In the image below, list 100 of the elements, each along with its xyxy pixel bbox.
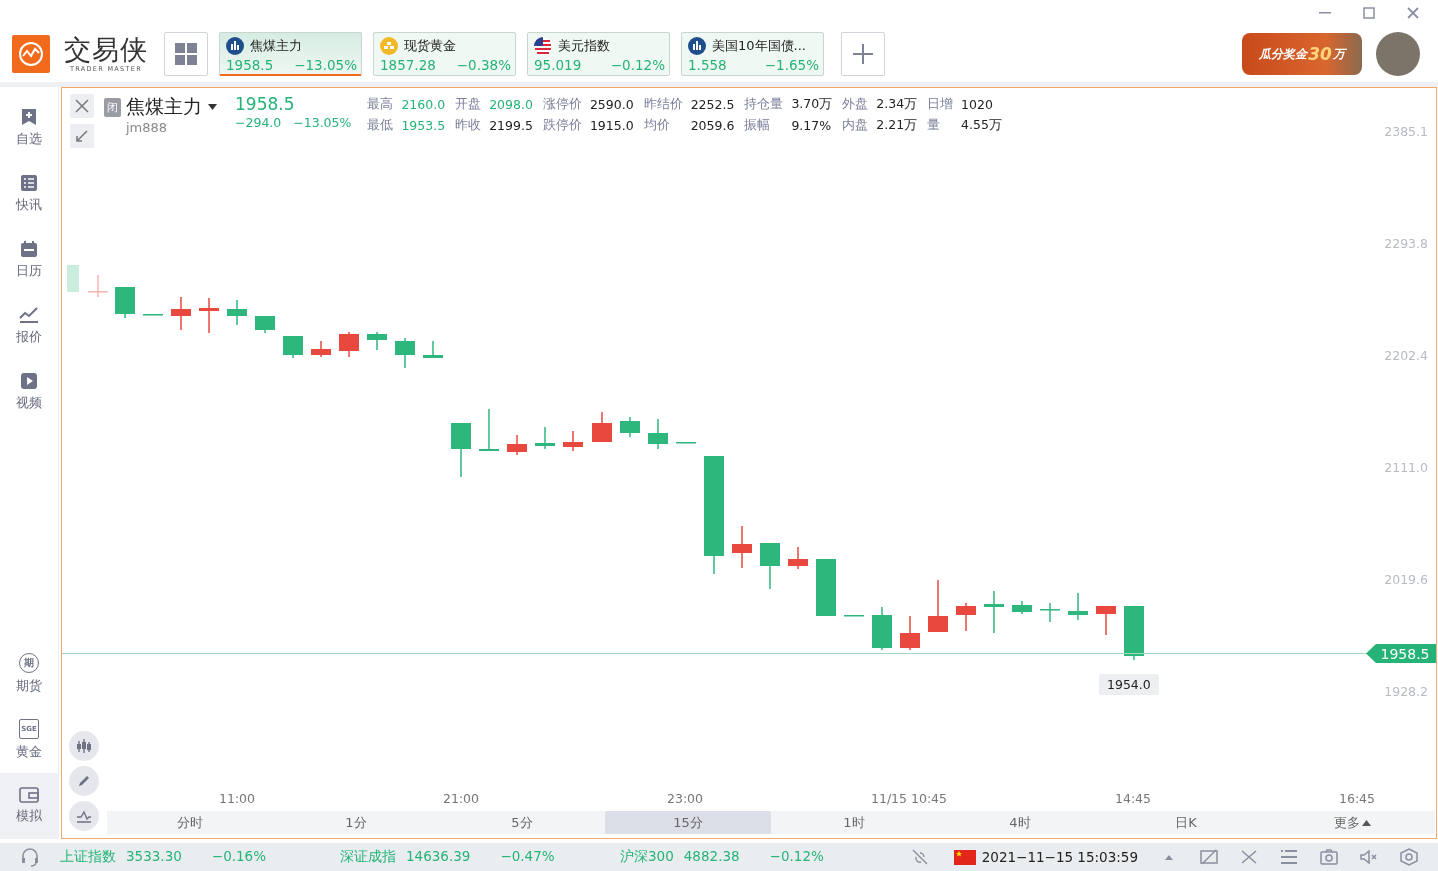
quote-price: 1.558 — [688, 57, 727, 73]
stat-value: 1020 — [961, 97, 994, 112]
list-icon — [20, 174, 38, 192]
quote-tab[interactable]: 现货黄金 1857.28 −0.38% — [373, 32, 516, 76]
quote-change: −13.05% — [294, 57, 357, 73]
sidebar-item[interactable]: 自选 — [0, 95, 58, 161]
stat-label: 昨收 — [455, 117, 482, 134]
candlestick — [311, 340, 331, 358]
contract-code: jm888 — [126, 120, 169, 135]
candlestick — [928, 579, 948, 633]
candlestick — [67, 265, 79, 292]
candlestick — [339, 331, 359, 358]
period-tab[interactable]: 1时 — [771, 811, 937, 834]
quote-tab[interactable]: 美国10年国债... 1.558 −1.65% — [681, 32, 824, 76]
grid-button[interactable] — [164, 32, 208, 76]
stat-label: 量 — [927, 117, 942, 134]
candlestick — [620, 416, 640, 438]
x-axis-label: 16:45 — [1339, 791, 1375, 806]
candlestick — [507, 434, 527, 456]
sidebar-item[interactable]: 日历 — [0, 227, 58, 293]
quote-name: 美元指数 — [558, 37, 610, 55]
sidebar-item[interactable]: 期 期货 — [0, 641, 58, 707]
candlestick — [1040, 602, 1060, 623]
candlestick — [788, 546, 808, 570]
close-button[interactable] — [70, 94, 94, 118]
candlestick — [676, 441, 696, 444]
wallet-icon — [19, 787, 39, 803]
candlestick — [592, 411, 612, 443]
last-price: 1958.5 — [235, 94, 296, 114]
period-tab[interactable]: 1分 — [273, 811, 439, 834]
quote-name: 现货黄金 — [404, 37, 456, 55]
quote-tab[interactable]: 焦煤主力 1958.5 −13.05% — [219, 32, 362, 76]
stat-value: 2098.0 — [489, 97, 533, 112]
candlestick — [872, 606, 892, 651]
candlestick — [1012, 600, 1032, 615]
avatar[interactable] — [1376, 32, 1420, 76]
candlestick — [255, 315, 275, 334]
index-name: 上证指数 — [60, 848, 116, 866]
period-tab[interactable]: 15分 — [605, 811, 771, 834]
period-tab[interactable]: 日K — [1103, 811, 1269, 834]
bookmark-icon — [20, 108, 38, 126]
y-axis-label: 2019.6 — [1384, 572, 1428, 587]
plus-icon — [852, 43, 874, 65]
bar-chart-icon — [688, 37, 706, 55]
flag-icon — [953, 849, 976, 865]
stat-value: 3.70万 — [791, 96, 833, 113]
collapse-icon — [76, 130, 88, 142]
candlestick — [844, 614, 864, 617]
quote-change: −0.12% — [610, 57, 665, 73]
low-price-tooltip: 1954.0 — [1099, 674, 1159, 695]
period-tab[interactable]: 更多 — [1269, 811, 1435, 834]
x-axis-label: 23:00 — [667, 791, 703, 806]
stat-value: 4.55万 — [961, 117, 1002, 134]
candlestick — [956, 602, 976, 632]
quote-change: −1.65% — [764, 57, 819, 73]
candlestick — [535, 426, 555, 450]
stat-label: 最低 — [367, 117, 394, 134]
candlestick — [900, 615, 920, 651]
y-axis-label: 1928.2 — [1384, 684, 1428, 699]
last-price-tag: 1958.5 — [1366, 644, 1436, 663]
sidebar-item[interactable]: 报价 — [0, 293, 58, 359]
period-tab[interactable]: 5分 — [439, 811, 605, 834]
stat-label: 最高 — [367, 96, 394, 113]
quote-name: 焦煤主力 — [250, 37, 302, 55]
stat-value: 2590.0 — [589, 97, 634, 112]
sidebar-item[interactable]: 快讯 — [0, 161, 58, 227]
candlestick — [423, 340, 443, 359]
index-name: 深证成指 — [340, 848, 396, 866]
quote-tab[interactable]: 美元指数 95.019 −0.12% — [527, 32, 670, 76]
stat-label: 内盘 — [842, 117, 869, 134]
candlestick — [171, 296, 191, 331]
candlestick — [451, 422, 471, 478]
stat-value: 2.21万 — [876, 117, 918, 134]
x-axis-label: 11:00 — [219, 791, 255, 806]
promo-banner[interactable]: 瓜分奖金30万 — [1242, 33, 1362, 75]
candlestick-icon[interactable] — [69, 731, 99, 761]
headset-icon[interactable] — [19, 846, 41, 868]
period-tab[interactable]: 分时 — [107, 811, 273, 834]
contract-selector[interactable]: 焦煤主力 — [126, 94, 217, 120]
price-change-percent: −13.05% — [293, 115, 352, 130]
minimize-icon — [1319, 12, 1331, 14]
settings-icon[interactable] — [1398, 846, 1420, 868]
collapse-button[interactable] — [70, 124, 94, 148]
market-status-badge: 闭 — [104, 97, 121, 117]
candlestick — [1068, 592, 1088, 621]
pencil-icon[interactable] — [69, 766, 99, 796]
quote-name: 美国10年国债... — [712, 37, 806, 55]
index-name: 沪深300 — [620, 848, 674, 866]
candlestick — [115, 286, 135, 319]
sidebar-item[interactable]: 模拟 — [0, 773, 58, 839]
stat-label: 日增 — [927, 96, 954, 113]
sidebar-item[interactable]: 视频 — [0, 359, 58, 425]
add-button[interactable] — [841, 32, 885, 76]
close-icon — [1407, 7, 1419, 19]
candlestick — [648, 418, 668, 450]
camera-icon[interactable] — [1318, 846, 1340, 868]
period-tab[interactable]: 4时 — [937, 811, 1103, 834]
candlestick — [283, 335, 303, 359]
candlestick — [1124, 605, 1144, 661]
logo-text: 交易侠 — [64, 35, 148, 65]
